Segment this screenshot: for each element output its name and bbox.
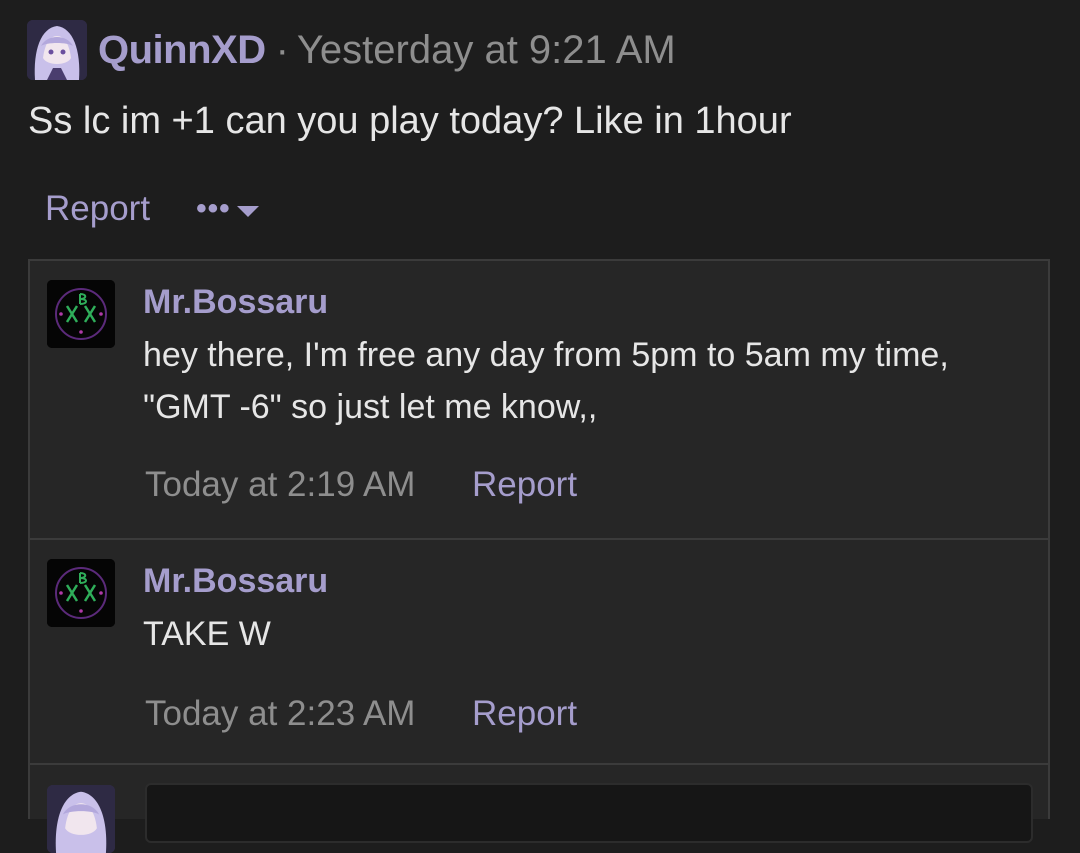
post-timestamp[interactable]: Yesterday at 9:21 AM [297, 28, 676, 73]
comment-line: TAKE W [143, 615, 271, 653]
comment-report-button[interactable]: Report [472, 694, 577, 734]
post-author[interactable]: QuinnXD [98, 28, 266, 73]
caret-down-icon [236, 205, 259, 217]
anime-avatar-icon [47, 785, 115, 853]
report-button[interactable]: Report [45, 189, 150, 229]
rune-logo-icon [47, 280, 115, 348]
anime-avatar-icon [27, 20, 87, 80]
comment-author[interactable]: Mr.Bossaru [143, 562, 328, 601]
header-separator: · [275, 27, 289, 72]
comment-text: TAKE W [143, 608, 271, 660]
comment-text: hey there, I'm free any day from 5pm to … [143, 329, 949, 433]
rune-logo-icon [47, 559, 115, 627]
mr-bossaru-avatar[interactable] [47, 559, 115, 627]
more-options-button[interactable]: ••• [196, 186, 259, 232]
comments-panel: Mr.Bossaru hey there, I'm free any day f… [28, 259, 1050, 853]
post-message: Ss lc im +1 can you play today? Like in … [28, 100, 792, 142]
comment-line: hey there, I'm free any day from 5pm to … [143, 336, 949, 374]
ellipsis-icon: ••• [196, 192, 231, 225]
comment-item: Mr.Bossaru TAKE W Today at 2:23 AM Repor… [30, 538, 1048, 765]
comment-timestamp[interactable]: Today at 2:19 AM [145, 465, 415, 505]
comment-author[interactable]: Mr.Bossaru [143, 283, 328, 322]
comment-item: Mr.Bossaru hey there, I'm free any day f… [30, 261, 1048, 540]
comment-report-button[interactable]: Report [472, 465, 577, 505]
reply-input[interactable] [145, 783, 1033, 843]
quinnxd-avatar[interactable] [27, 20, 87, 80]
post-header: QuinnXD · Yesterday at 9:21 AM [98, 26, 676, 74]
comment-line: "GMT -6" so just let me know,, [143, 388, 598, 426]
current-user-avatar [47, 785, 115, 853]
comment-timestamp[interactable]: Today at 2:23 AM [145, 694, 415, 734]
mr-bossaru-avatar[interactable] [47, 280, 115, 348]
post-actions: Report ••• [45, 186, 259, 232]
reply-row [30, 765, 1048, 853]
